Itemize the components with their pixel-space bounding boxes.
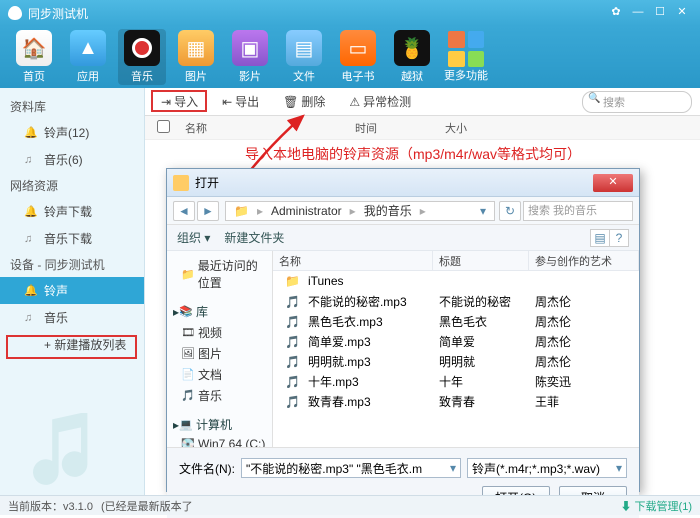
export-icon: ⇤ [222,95,232,109]
filename-label: 文件名(N): [179,460,235,477]
file-list-header: 名称 标题 参与创作的艺术 [273,251,639,271]
watermark-note-icon [25,405,105,485]
bell-icon: 🔔 [24,205,38,218]
breadcrumb[interactable]: 📁▸ Administrator▸ 我的音乐▸ ▾ [225,201,495,221]
tree-drive-c[interactable]: 💽Win7 64 (C:) [167,435,272,447]
col-artist[interactable]: 参与创作的艺术 [529,251,639,270]
tab-pictures[interactable]: ▦图片 [172,29,220,85]
dialog-titlebar: 打开 ✕ [167,169,639,197]
file-row[interactable]: 🎵不能说的秘密.mp3不能说的秘密周杰伦 [273,291,639,311]
tab-files[interactable]: ▤文件 [280,29,328,85]
search-input[interactable]: 搜索 [582,91,692,113]
dialog-file-list: 名称 标题 参与创作的艺术 📁iTunes🎵不能说的秘密.mp3不能说的秘密周杰… [273,251,639,447]
titlebar: 同步测试机 ✿ — ☐ ✕ [0,0,700,26]
file-row[interactable]: 🎵明明就.mp3明明就周杰伦 [273,351,639,371]
tab-home[interactable]: 🏠首页 [10,29,58,85]
file-row[interactable]: 🎵简单爱.mp3简单爱周杰伦 [273,331,639,351]
sidebar-section-device: 设备 - 同步测试机 [0,252,144,277]
apple-icon [8,6,22,20]
tab-jailbreak[interactable]: 🍍越狱 [388,29,436,85]
sidebar-item-new-playlist[interactable]: + 新建播放列表 [0,331,144,358]
col-filename[interactable]: 名称 [273,251,433,270]
organize-button[interactable]: 组织 ▾ [177,229,210,246]
version-label: 当前版本：v3.1.0 [8,498,93,514]
main-toolbar: 🏠首页 ▲应用 音乐 ▦图片 ▣影片 ▤文件 ▭电子书 🍍越狱 更多功能 [0,26,700,88]
file-row[interactable]: 🎵十年.mp3十年陈奕迅 [273,371,639,391]
new-folder-button[interactable]: 新建文件夹 [224,229,284,246]
col-time[interactable]: 时间 [343,120,433,136]
col-name[interactable]: 名称 [173,120,343,136]
note-icon: ♫ [24,233,38,245]
settings-icon[interactable]: ✿ [606,5,626,21]
export-button[interactable]: ⇤导出 [214,91,267,112]
col-size[interactable]: 大小 [433,120,479,136]
back-button[interactable]: ◄ [173,201,195,221]
dialog-search-input[interactable]: 搜索 我的音乐 [523,201,633,221]
tree-documents[interactable]: 📄文档 [167,364,272,385]
sidebar-item-dev-music[interactable]: ♫音乐 [0,304,144,331]
filename-field[interactable]: "不能说的秘密.mp3" "黑色毛衣.m▾ [241,458,461,478]
sidebar-item-ringtone-dl[interactable]: 🔔铃声下载 [0,198,144,225]
view-mode-button[interactable]: ▤ [590,229,610,247]
sidebar-item-ringtones[interactable]: 🔔铃声(12) [0,119,144,146]
filter-combo[interactable]: 铃声(*.m4r;*.mp3;*.wav)▾ [467,458,627,478]
note-icon: ♫ [24,312,38,324]
status-bar: 当前版本：v3.1.0 (已经是最新版本了 ⬇ 下载管理(1) [0,495,700,515]
window-title: 同步测试机 [28,5,604,22]
sidebar: 资料库 🔔铃声(12) ♫音乐(6) 网络资源 🔔铃声下载 ♫音乐下载 设备 -… [0,88,145,495]
folder-icon [173,175,189,191]
dialog-nav: ◄ ► 📁▸ Administrator▸ 我的音乐▸ ▾ ↻ 搜索 我的音乐 [167,197,639,225]
file-row[interactable]: 🎵黑色毛衣.mp3黑色毛衣周杰伦 [273,311,639,331]
dialog-tree: 📁最近访问的位置 ▸ 📚库 🎞视频 🖼图片 📄文档 🎵音乐 ▸ 💻计算机 💽Wi… [167,251,273,447]
file-row[interactable]: 📁iTunes [273,271,639,291]
close-button[interactable]: ✕ [672,5,692,21]
file-row[interactable]: 🎵致青春.mp3致青春王菲 [273,391,639,411]
help-button[interactable]: ? [609,229,629,247]
tab-more[interactable]: 更多功能 [442,29,490,85]
tab-music[interactable]: 音乐 [118,29,166,85]
list-header: 名称 时间 大小 [145,116,700,140]
delete-button[interactable]: 🗑删除 [275,91,333,112]
version-note: (已经是最新版本了 [101,498,193,514]
tree-computer[interactable]: ▸ 💻计算机 [167,414,272,435]
sidebar-section-library: 资料库 [0,94,144,119]
download-manager-link[interactable]: ⬇ 下载管理(1) [620,498,692,514]
tab-movies[interactable]: ▣影片 [226,29,274,85]
warn-icon: ⚠ [349,95,360,109]
tree-videos[interactable]: 🎞视频 [167,322,272,343]
sidebar-item-music[interactable]: ♫音乐(6) [0,146,144,173]
minimize-button[interactable]: — [628,5,648,21]
select-all-checkbox[interactable] [157,120,170,133]
refresh-button[interactable]: ↻ [499,201,521,221]
bell-icon: 🔔 [24,126,38,139]
tree-libraries[interactable]: ▸ 📚库 [167,301,272,322]
open-dialog: 打开 ✕ ◄ ► 📁▸ Administrator▸ 我的音乐▸ ▾ ↻ 搜索 … [166,168,640,492]
dialog-toolbar: 组织 ▾ 新建文件夹 ▤ ? [167,225,639,251]
tree-recent[interactable]: 📁最近访问的位置 [167,255,272,293]
annotation-text: 导入本地电脑的铃声资源（mp3/m4r/wav等格式均可） [245,144,581,164]
col-title[interactable]: 标题 [433,251,529,270]
dialog-close-button[interactable]: ✕ [593,174,633,192]
sidebar-item-dev-ringtones[interactable]: 🔔铃声 [0,277,144,304]
check-button[interactable]: ⚠异常检测 [341,91,419,112]
tree-music[interactable]: 🎵音乐 [167,385,272,406]
trash-icon: 🗑 [283,95,298,109]
highlight-import-box [151,90,207,112]
sidebar-section-net: 网络资源 [0,173,144,198]
tab-ebooks[interactable]: ▭电子书 [334,29,382,85]
tree-pictures[interactable]: 🖼图片 [167,343,272,364]
forward-button[interactable]: ► [197,201,219,221]
tab-apps[interactable]: ▲应用 [64,29,112,85]
sidebar-item-music-dl[interactable]: ♫音乐下载 [0,225,144,252]
note-icon: ♫ [24,154,38,166]
maximize-button[interactable]: ☐ [650,5,670,21]
content-toolbar: ⇥导入 ⇤导出 🗑删除 ⚠异常检测 搜索 [145,88,700,116]
bell-icon: 🔔 [24,284,38,297]
dialog-title: 打开 [195,174,593,191]
